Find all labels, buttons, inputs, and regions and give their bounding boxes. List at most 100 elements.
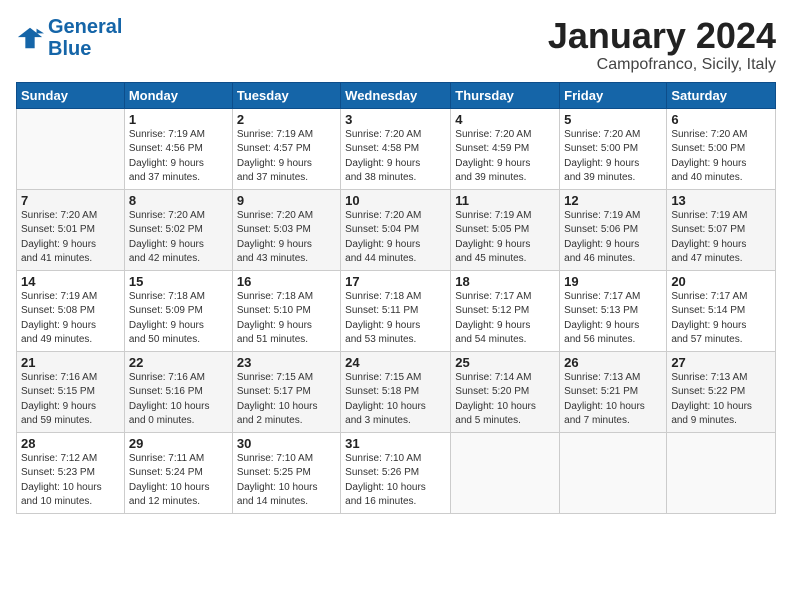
day-number: 9 (237, 193, 336, 208)
day-info: Sunrise: 7:10 AM Sunset: 5:26 PM Dayligh… (345, 452, 446, 510)
day-number: 13 (671, 193, 771, 208)
weekday-header: Tuesday (232, 82, 340, 108)
calendar-cell: 10Sunrise: 7:20 AM Sunset: 5:04 PM Dayli… (341, 189, 451, 270)
logo-text-blue: Blue (48, 38, 122, 60)
day-info: Sunrise: 7:20 AM Sunset: 5:00 PM Dayligh… (671, 128, 771, 186)
day-number: 26 (564, 355, 662, 370)
calendar-week-row: 28Sunrise: 7:12 AM Sunset: 5:23 PM Dayli… (17, 432, 776, 513)
calendar-cell (451, 432, 560, 513)
weekday-header: Monday (124, 82, 232, 108)
calendar-cell: 28Sunrise: 7:12 AM Sunset: 5:23 PM Dayli… (17, 432, 125, 513)
day-number: 8 (129, 193, 228, 208)
day-number: 16 (237, 274, 336, 289)
day-number: 5 (564, 112, 662, 127)
logo-icon (16, 24, 44, 52)
day-number: 30 (237, 436, 336, 451)
day-number: 1 (129, 112, 228, 127)
calendar-cell: 24Sunrise: 7:15 AM Sunset: 5:18 PM Dayli… (341, 351, 451, 432)
calendar-cell: 6Sunrise: 7:20 AM Sunset: 5:00 PM Daylig… (667, 108, 776, 189)
day-number: 18 (455, 274, 555, 289)
weekday-header: Friday (560, 82, 667, 108)
page-container: General Blue January 2024 Campofranco, S… (0, 0, 792, 522)
day-info: Sunrise: 7:20 AM Sunset: 4:59 PM Dayligh… (455, 128, 555, 186)
location-title: Campofranco, Sicily, Italy (548, 56, 776, 74)
calendar-cell: 21Sunrise: 7:16 AM Sunset: 5:15 PM Dayli… (17, 351, 125, 432)
calendar-cell: 25Sunrise: 7:14 AM Sunset: 5:20 PM Dayli… (451, 351, 560, 432)
weekday-header: Wednesday (341, 82, 451, 108)
day-number: 25 (455, 355, 555, 370)
calendar-cell: 1Sunrise: 7:19 AM Sunset: 4:56 PM Daylig… (124, 108, 232, 189)
calendar-cell: 7Sunrise: 7:20 AM Sunset: 5:01 PM Daylig… (17, 189, 125, 270)
header: General Blue January 2024 Campofranco, S… (16, 16, 776, 74)
day-info: Sunrise: 7:17 AM Sunset: 5:12 PM Dayligh… (455, 290, 555, 348)
day-info: Sunrise: 7:20 AM Sunset: 5:04 PM Dayligh… (345, 209, 446, 267)
calendar-cell: 5Sunrise: 7:20 AM Sunset: 5:00 PM Daylig… (560, 108, 667, 189)
calendar-cell: 8Sunrise: 7:20 AM Sunset: 5:02 PM Daylig… (124, 189, 232, 270)
day-info: Sunrise: 7:18 AM Sunset: 5:10 PM Dayligh… (237, 290, 336, 348)
day-number: 15 (129, 274, 228, 289)
day-info: Sunrise: 7:13 AM Sunset: 5:22 PM Dayligh… (671, 371, 771, 429)
day-info: Sunrise: 7:19 AM Sunset: 4:57 PM Dayligh… (237, 128, 336, 186)
day-info: Sunrise: 7:20 AM Sunset: 5:02 PM Dayligh… (129, 209, 228, 267)
month-title: January 2024 (548, 16, 776, 56)
calendar-cell: 15Sunrise: 7:18 AM Sunset: 5:09 PM Dayli… (124, 270, 232, 351)
logo: General Blue (16, 16, 122, 60)
calendar-cell: 12Sunrise: 7:19 AM Sunset: 5:06 PM Dayli… (560, 189, 667, 270)
calendar-header-row: SundayMondayTuesdayWednesdayThursdayFrid… (17, 82, 776, 108)
day-info: Sunrise: 7:14 AM Sunset: 5:20 PM Dayligh… (455, 371, 555, 429)
day-info: Sunrise: 7:20 AM Sunset: 4:58 PM Dayligh… (345, 128, 446, 186)
weekday-header: Saturday (667, 82, 776, 108)
day-number: 6 (671, 112, 771, 127)
calendar-cell: 2Sunrise: 7:19 AM Sunset: 4:57 PM Daylig… (232, 108, 340, 189)
day-info: Sunrise: 7:19 AM Sunset: 5:08 PM Dayligh… (21, 290, 120, 348)
calendar-cell: 9Sunrise: 7:20 AM Sunset: 5:03 PM Daylig… (232, 189, 340, 270)
day-number: 21 (21, 355, 120, 370)
logo-text-general: General (48, 16, 122, 38)
day-number: 7 (21, 193, 120, 208)
calendar-cell: 19Sunrise: 7:17 AM Sunset: 5:13 PM Dayli… (560, 270, 667, 351)
day-info: Sunrise: 7:16 AM Sunset: 5:16 PM Dayligh… (129, 371, 228, 429)
day-number: 23 (237, 355, 336, 370)
day-number: 20 (671, 274, 771, 289)
weekday-header: Thursday (451, 82, 560, 108)
day-info: Sunrise: 7:20 AM Sunset: 5:01 PM Dayligh… (21, 209, 120, 267)
calendar-cell: 16Sunrise: 7:18 AM Sunset: 5:10 PM Dayli… (232, 270, 340, 351)
day-info: Sunrise: 7:11 AM Sunset: 5:24 PM Dayligh… (129, 452, 228, 510)
day-number: 24 (345, 355, 446, 370)
day-number: 29 (129, 436, 228, 451)
calendar-cell: 27Sunrise: 7:13 AM Sunset: 5:22 PM Dayli… (667, 351, 776, 432)
calendar-cell: 20Sunrise: 7:17 AM Sunset: 5:14 PM Dayli… (667, 270, 776, 351)
calendar-cell: 29Sunrise: 7:11 AM Sunset: 5:24 PM Dayli… (124, 432, 232, 513)
day-number: 2 (237, 112, 336, 127)
day-info: Sunrise: 7:16 AM Sunset: 5:15 PM Dayligh… (21, 371, 120, 429)
calendar-week-row: 21Sunrise: 7:16 AM Sunset: 5:15 PM Dayli… (17, 351, 776, 432)
calendar-cell: 11Sunrise: 7:19 AM Sunset: 5:05 PM Dayli… (451, 189, 560, 270)
day-number: 12 (564, 193, 662, 208)
day-info: Sunrise: 7:10 AM Sunset: 5:25 PM Dayligh… (237, 452, 336, 510)
day-number: 11 (455, 193, 555, 208)
day-number: 28 (21, 436, 120, 451)
calendar-cell: 14Sunrise: 7:19 AM Sunset: 5:08 PM Dayli… (17, 270, 125, 351)
day-info: Sunrise: 7:18 AM Sunset: 5:09 PM Dayligh… (129, 290, 228, 348)
title-section: January 2024 Campofranco, Sicily, Italy (548, 16, 776, 74)
calendar-cell: 31Sunrise: 7:10 AM Sunset: 5:26 PM Dayli… (341, 432, 451, 513)
day-number: 22 (129, 355, 228, 370)
calendar-cell: 13Sunrise: 7:19 AM Sunset: 5:07 PM Dayli… (667, 189, 776, 270)
calendar-cell: 17Sunrise: 7:18 AM Sunset: 5:11 PM Dayli… (341, 270, 451, 351)
day-info: Sunrise: 7:15 AM Sunset: 5:18 PM Dayligh… (345, 371, 446, 429)
day-info: Sunrise: 7:19 AM Sunset: 5:07 PM Dayligh… (671, 209, 771, 267)
calendar-week-row: 14Sunrise: 7:19 AM Sunset: 5:08 PM Dayli… (17, 270, 776, 351)
calendar-cell (560, 432, 667, 513)
calendar-cell (667, 432, 776, 513)
calendar-cell: 23Sunrise: 7:15 AM Sunset: 5:17 PM Dayli… (232, 351, 340, 432)
day-info: Sunrise: 7:19 AM Sunset: 4:56 PM Dayligh… (129, 128, 228, 186)
day-info: Sunrise: 7:19 AM Sunset: 5:05 PM Dayligh… (455, 209, 555, 267)
day-info: Sunrise: 7:12 AM Sunset: 5:23 PM Dayligh… (21, 452, 120, 510)
day-info: Sunrise: 7:17 AM Sunset: 5:13 PM Dayligh… (564, 290, 662, 348)
calendar-week-row: 1Sunrise: 7:19 AM Sunset: 4:56 PM Daylig… (17, 108, 776, 189)
day-info: Sunrise: 7:20 AM Sunset: 5:00 PM Dayligh… (564, 128, 662, 186)
day-info: Sunrise: 7:13 AM Sunset: 5:21 PM Dayligh… (564, 371, 662, 429)
day-number: 14 (21, 274, 120, 289)
calendar-cell (17, 108, 125, 189)
calendar-cell: 30Sunrise: 7:10 AM Sunset: 5:25 PM Dayli… (232, 432, 340, 513)
